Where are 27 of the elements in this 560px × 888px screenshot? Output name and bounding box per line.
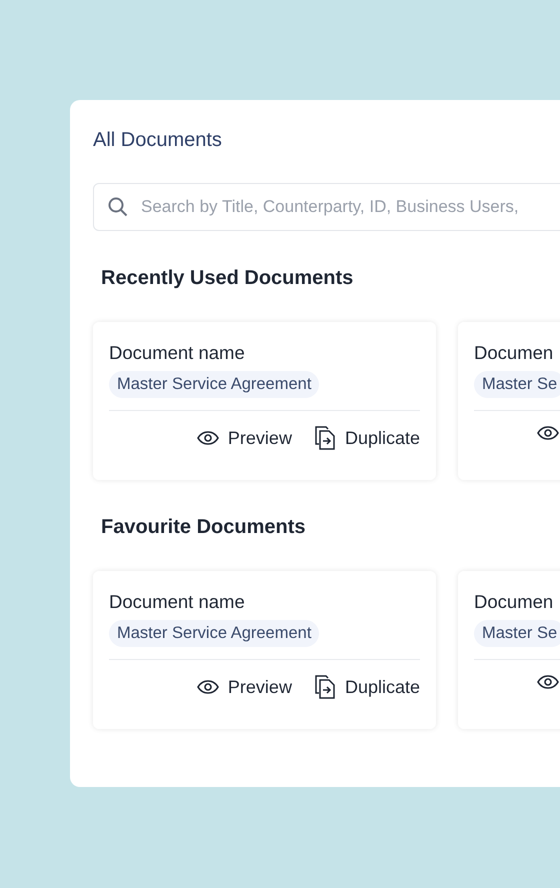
document-type-tag: Master Service Agreement: [109, 620, 320, 647]
document-name: Document name: [109, 341, 245, 365]
duplicate-button[interactable]: Duplicate: [314, 675, 420, 699]
document-type-tag: Master Se: [474, 620, 560, 647]
page-title: All Documents: [93, 128, 223, 153]
duplicate-icon: [314, 675, 336, 699]
eye-icon: [196, 431, 219, 445]
document-type-tag: Master Service Agreement: [109, 371, 320, 398]
document-card[interactable]: Documen Master Se: [458, 322, 560, 480]
search-field[interactable]: Search by Title, Counterparty, ID, Business Users,: [93, 183, 560, 231]
document-card[interactable]: Document name Master Service Agreement Preview Duplicate: [93, 571, 436, 729]
document-card[interactable]: Documen Master Se: [458, 571, 560, 729]
eye-icon: [537, 426, 559, 440]
document-name: Document name: [109, 590, 245, 614]
preview-button[interactable]: Preview: [196, 426, 292, 450]
section-heading: Recently Used Documents: [101, 266, 354, 291]
section-heading: Favourite Documents: [101, 515, 306, 540]
duplicate-icon: [314, 426, 336, 450]
document-name: Documen: [474, 341, 554, 365]
search-icon: [108, 197, 128, 217]
preview-button[interactable]: Preview: [196, 675, 292, 699]
eye-icon: [196, 680, 219, 694]
eye-icon: [537, 675, 559, 689]
document-name: Documen: [474, 590, 554, 614]
document-card[interactable]: Document name Master Service Agreement Preview Duplicate: [93, 322, 436, 480]
document-type-tag: Master Se: [474, 371, 560, 398]
duplicate-button[interactable]: Duplicate: [314, 426, 420, 450]
